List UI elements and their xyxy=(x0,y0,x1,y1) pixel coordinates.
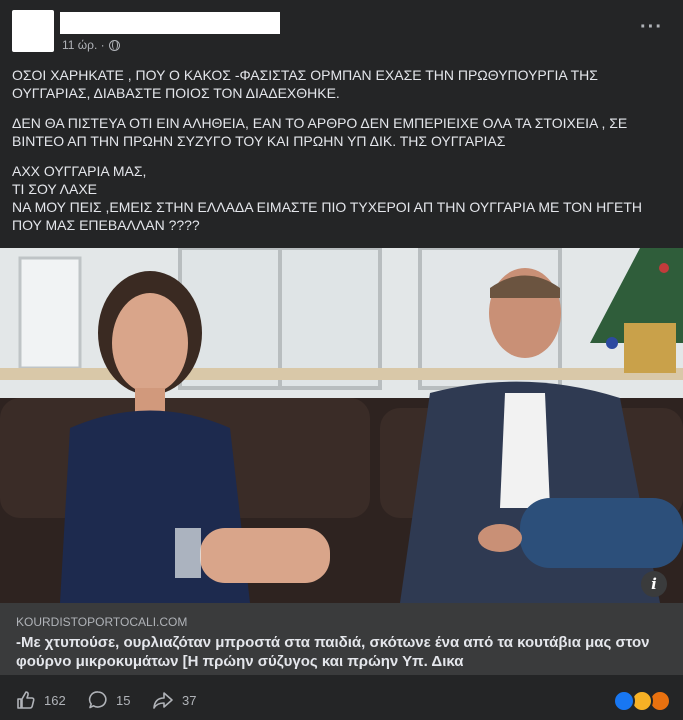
post-paragraph: ΟΣΟΙ ΧΑΡΗΚΑΤΕ , ΠΟΥ Ο ΚΑΚΟΣ -ΦΑΣΙΣΤΑΣ ΟΡ… xyxy=(12,67,598,101)
share-button[interactable]: 37 xyxy=(152,690,196,710)
comment-count: 15 xyxy=(116,692,131,708)
link-title: -Με χτυπούσε, ουρλιαζόταν μπροστά στα πα… xyxy=(16,634,650,670)
post-meta: 11 ώρ. · xyxy=(62,38,120,52)
like-count: 162 xyxy=(44,692,66,708)
info-icon[interactable]: i xyxy=(641,571,667,597)
globe-icon xyxy=(108,39,120,51)
avatar-redacted[interactable] xyxy=(12,10,54,52)
thumbs-up-icon xyxy=(17,691,35,709)
share-icon xyxy=(153,692,173,709)
comment-icon xyxy=(88,691,107,709)
link-preview[interactable]: KOURDISTOPORTOCALI.COM -Με χτυπούσε, ουρ… xyxy=(0,603,683,675)
post-card: 11 ώρ. · ··· ΟΣΟΙ ΧΑΡΗΚΑΤΕ , ΠΟΥ Ο ΚΑΚΟΣ… xyxy=(0,0,683,720)
post-time[interactable]: 11 ώρ. · xyxy=(62,38,105,52)
photo-illustration xyxy=(0,248,683,603)
shared-photo[interactable]: i xyxy=(0,248,683,603)
author-name-redacted[interactable] xyxy=(60,12,280,34)
link-domain: KOURDISTOPORTOCALI.COM xyxy=(16,615,188,629)
post-paragraph: ΔΕΝ ΘΑ ΠΙΣΤΕΥΑ ΟΤΙ ΕΙΝ ΑΛΗΘΕΙΑ, ΕΑΝ ΤΟ Α… xyxy=(12,115,628,149)
reactions-summary[interactable] xyxy=(613,690,671,712)
like-button[interactable]: 162 xyxy=(16,690,66,710)
post-footer: 162 15 37 xyxy=(0,680,683,720)
share-count: 37 xyxy=(182,692,197,708)
more-options-icon[interactable]: ··· xyxy=(640,17,663,37)
post-body: ΟΣΟΙ ΧΑΡΗΚΑΤΕ , ΠΟΥ Ο ΚΑΚΟΣ -ΦΑΣΙΣΤΑΣ ΟΡ… xyxy=(12,66,667,246)
post-paragraph: ΑΧΧ ΟΥΓΓΑΡΙΑ ΜΑΣ, ΤΙ ΣΟΥ ΛΑΧΕ ΝΑ ΜΟΥ ΠΕΙ… xyxy=(12,163,642,233)
comment-button[interactable]: 15 xyxy=(88,690,130,710)
like-reaction-icon xyxy=(613,690,635,712)
